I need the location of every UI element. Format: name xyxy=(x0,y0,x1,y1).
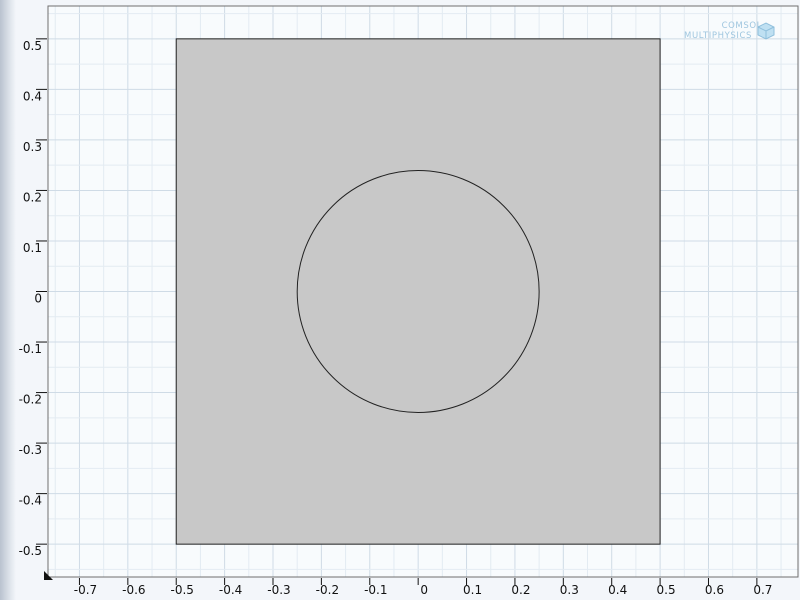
y-tick-label: -0.3 xyxy=(19,443,42,457)
y-tick-label: -0.1 xyxy=(19,342,42,356)
x-axis: -0.7 -0.6 -0.5 -0.4 -0.3 -0.2 -0.1 0 0.1 0.2 0.3 0.… xyxy=(74,578,772,597)
x-tick-label: 0.2 xyxy=(511,583,530,597)
logo-line-1: COMSOL xyxy=(722,21,762,31)
y-tick-label: 0.5 xyxy=(23,39,42,53)
y-tick-label: 0 xyxy=(34,292,42,306)
x-tick-label: -0.2 xyxy=(316,583,339,597)
x-tick-label: -0.3 xyxy=(267,583,290,597)
y-tick-label: -0.5 xyxy=(19,544,42,558)
x-tick-label: 0.6 xyxy=(705,583,724,597)
x-tick-label: 0.4 xyxy=(608,583,627,597)
x-tick-label: 0.7 xyxy=(753,583,772,597)
x-tick-label: -0.1 xyxy=(364,583,387,597)
x-tick-label: 0 xyxy=(420,583,428,597)
x-tick-label: -0.5 xyxy=(171,583,194,597)
geometry-view-window: -0.7 -0.6 -0.5 -0.4 -0.3 -0.2 -0.1 0 0.1 0.2 0.3 0.… xyxy=(0,0,800,600)
y-tick-label: 0.4 xyxy=(23,89,42,103)
x-tick-label: 0.5 xyxy=(657,583,676,597)
x-tick-label: -0.7 xyxy=(74,583,97,597)
square-domain[interactable] xyxy=(175,38,661,545)
y-tick-label: 0.3 xyxy=(23,140,42,154)
graphics-canvas[interactable]: -0.7 -0.6 -0.5 -0.4 -0.3 -0.2 -0.1 0 0.1 0.2 0.3 0.… xyxy=(0,0,800,600)
x-tick-label: -0.6 xyxy=(122,583,145,597)
comsol-cube-icon xyxy=(757,22,775,40)
x-tick-label: -0.4 xyxy=(219,583,242,597)
x-tick-label: 0.1 xyxy=(463,583,482,597)
y-axis: 0.5 0.4 0.3 0.2 0.1 0 -0.1 -0.2 -0.3 -0.4 -0.5 xyxy=(19,38,47,558)
x-tick-label: 0.3 xyxy=(560,583,579,597)
y-tick-label: -0.2 xyxy=(19,393,42,407)
logo-line-2: MULTIPHYSICS xyxy=(684,31,752,41)
y-tick-label: 0.2 xyxy=(23,190,42,204)
y-tick-label: 0.1 xyxy=(23,241,42,255)
y-tick-label: -0.4 xyxy=(19,494,42,508)
